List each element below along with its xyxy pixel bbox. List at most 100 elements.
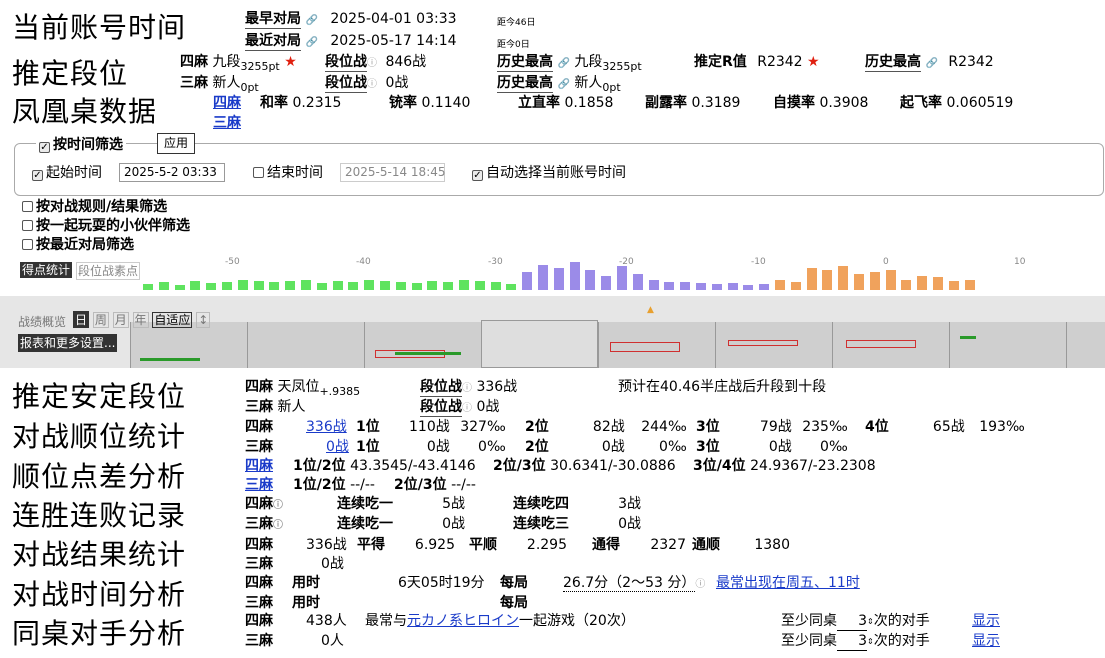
r-value: R2342	[757, 54, 803, 70]
checkbox-icon[interactable]: ✓	[32, 170, 43, 181]
start-time-checkbox[interactable]: ✓ 起始时间	[32, 164, 102, 182]
rank-sanma-row: 三麻 新人0pt	[180, 74, 259, 94]
score-bar	[775, 280, 785, 290]
report-button[interactable]: 报表和更多设置...	[18, 334, 118, 352]
recent-filter-toggle[interactable]: 按最近对局筛选	[22, 236, 134, 254]
diff-yonma-label[interactable]: 四麻	[245, 457, 273, 475]
phoenix-tab-sanma[interactable]: 三麻	[213, 114, 241, 132]
earliest-value: 2025-04-01 03:33	[330, 11, 457, 27]
order-sanma-label: 三麻	[245, 439, 273, 455]
friend-filter-toggle[interactable]: 按一起玩耍的小伙伴筛选	[22, 217, 190, 235]
opp-min-input[interactable]: 3	[837, 632, 867, 651]
score-bar	[696, 283, 706, 290]
mode-month[interactable]: 月	[112, 312, 129, 328]
strip-divider	[715, 322, 716, 368]
score-bar	[380, 281, 390, 290]
order-sanma-2: 2位 0战 0‰	[525, 439, 687, 455]
mode-week[interactable]: 周	[92, 312, 109, 328]
time-used: 6天05时19分	[398, 575, 485, 591]
mode-year[interactable]: 年	[132, 312, 149, 328]
section-streak: 连胜连败记录	[12, 499, 187, 532]
time-used-label: 用时	[292, 575, 320, 591]
score-bar	[617, 266, 627, 290]
info-icon[interactable]: ⓘ	[462, 403, 472, 414]
start-time-input[interactable]: 2025-5-2 03:33	[119, 163, 225, 182]
end-time-input[interactable]: 2025-5-14 18:45	[340, 163, 446, 182]
r-hist-row: 历史最高 🔗 R2342	[865, 53, 994, 73]
mode-day[interactable]: 日	[73, 311, 90, 328]
earliest-note: 距今46日	[497, 18, 536, 28]
link-icon[interactable]: 🔗	[557, 58, 569, 69]
score-bar	[854, 274, 864, 290]
latest-value: 2025-05-17 14:14	[330, 33, 457, 49]
time-filter-toggle[interactable]: ✓ 按时间筛选	[36, 136, 126, 154]
chart-tick-label: -30	[488, 257, 503, 267]
r-hist-value: R2342	[948, 54, 994, 70]
spinner-icon[interactable]: ⇕	[867, 617, 874, 626]
overview-strip[interactable]	[130, 320, 1105, 368]
score-bar	[301, 280, 311, 290]
opp-name-link[interactable]: 元カノ系ヒロイン	[407, 613, 519, 629]
score-bar	[948, 281, 959, 290]
order-yonma-games[interactable]: 336战	[306, 418, 347, 436]
rank-sanma-dan: 新人	[212, 75, 241, 91]
streak-yonma-a: 连续吃一 5战	[337, 496, 465, 512]
checkbox-icon[interactable]: ✓	[39, 142, 50, 153]
auto-time-checkbox[interactable]: ✓ 自动选择当前账号时间	[472, 164, 626, 182]
score-bar	[743, 285, 754, 290]
opp-yonma-min: 至少同桌 3⇕次的对手	[781, 612, 930, 631]
checkbox-icon[interactable]	[253, 167, 264, 178]
rank-yonma-dan: 九段	[212, 54, 241, 70]
rank-sanma-battle: 段位战ⓘ 0战	[325, 74, 408, 94]
info-icon[interactable]: ⓘ	[462, 383, 472, 394]
info-icon[interactable]: ⓘ	[367, 58, 377, 69]
checkbox-icon[interactable]	[22, 239, 33, 250]
rule-filter-toggle[interactable]: 按对战规则/结果筛选	[22, 198, 167, 216]
checkbox-icon[interactable]	[22, 201, 33, 212]
end-time-checkbox[interactable]: 结束时间	[253, 164, 323, 182]
sort-icon[interactable]: ↕	[196, 312, 211, 328]
time-sanma-used-label: 用时	[292, 595, 320, 611]
score-bar	[569, 262, 580, 290]
link-icon[interactable]: 🔗	[925, 58, 937, 69]
chart-tick-label: -10	[751, 257, 766, 267]
latest-note: 距今0日	[497, 40, 530, 50]
opp-min-input[interactable]: 3	[837, 612, 867, 631]
stable-yonma: 四麻 天凤位+.9385	[245, 379, 361, 398]
info-icon[interactable]: ⓘ	[367, 79, 377, 90]
section-time-analysis: 对战时间分析	[12, 578, 187, 611]
score-bar	[143, 284, 153, 290]
info-icon[interactable]: ⓘ	[273, 500, 283, 511]
time-often-link[interactable]: 最常出现在周五、11时	[716, 574, 860, 592]
score-bar	[174, 285, 185, 290]
link-icon[interactable]: 🔗	[305, 15, 317, 26]
opp-yonma-show[interactable]: 显示	[972, 612, 1000, 630]
apply-button[interactable]: 应用	[157, 133, 196, 154]
phoenix-tab-yonma[interactable]: 四麻	[213, 94, 241, 112]
score-bar	[822, 270, 833, 290]
strip-candle	[846, 340, 916, 348]
diff-sanma-label[interactable]: 三麻	[245, 476, 273, 494]
info-icon[interactable]: ⓘ	[273, 520, 283, 531]
r-value-row: 推定R值 R2342 ★	[694, 53, 820, 71]
chart-tick-label: 10	[1014, 257, 1026, 267]
opp-yonma-label: 四麻	[245, 613, 273, 629]
order-sanma-games[interactable]: 0战	[326, 438, 349, 456]
strip-candle	[960, 336, 976, 339]
score-bar	[269, 282, 280, 290]
link-icon[interactable]: 🔗	[557, 79, 569, 90]
result-yonma-games: 336战	[306, 537, 347, 553]
spinner-icon[interactable]: ⇕	[867, 637, 874, 646]
checkbox-icon[interactable]: ✓	[472, 170, 483, 181]
score-bar	[443, 282, 454, 290]
strip-divider	[598, 322, 599, 368]
streak-sanma-b: 连续吃三 0战	[513, 516, 641, 532]
opp-sanma-show[interactable]: 显示	[972, 632, 1000, 650]
link-icon[interactable]: 🔗	[305, 37, 317, 48]
checkbox-icon[interactable]	[22, 220, 33, 231]
result-sanma-label: 三麻	[245, 556, 273, 572]
star-icon: ★	[807, 54, 820, 70]
info-icon[interactable]: ⓘ	[695, 579, 705, 590]
score-bar	[648, 280, 659, 290]
mode-adaptive[interactable]: 自适应	[152, 312, 193, 328]
